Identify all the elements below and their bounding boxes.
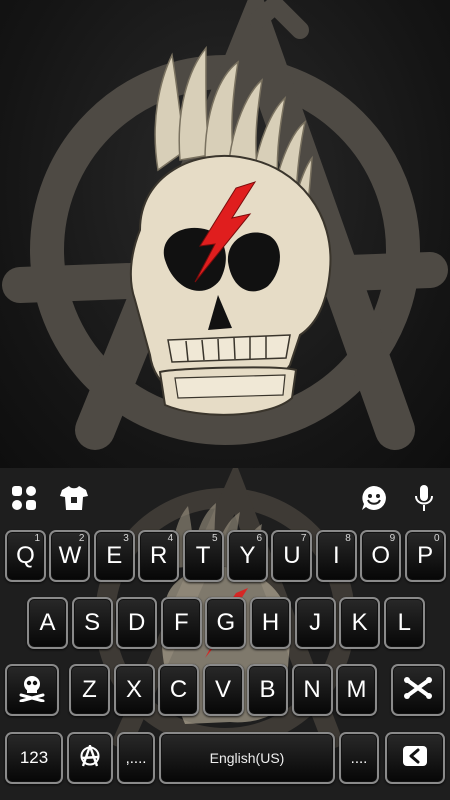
key-label: P	[417, 542, 434, 569]
key-hint: 6	[256, 533, 262, 544]
key-label: R	[150, 542, 168, 569]
key-label: T	[195, 542, 211, 569]
comma-key[interactable]: ,....	[117, 732, 155, 784]
key-label: F	[173, 609, 189, 636]
emoji-face-icon[interactable]	[358, 482, 390, 514]
key-a[interactable]: A	[27, 597, 68, 649]
key-t[interactable]: T5	[182, 530, 224, 582]
skull-artwork	[2, 0, 448, 450]
key-h[interactable]: H	[250, 597, 291, 649]
key-label: A	[39, 609, 56, 636]
key-label: Z	[82, 676, 97, 703]
delete-key[interactable]	[391, 664, 445, 716]
key-i[interactable]: I8	[315, 530, 357, 582]
key-j[interactable]: J	[294, 597, 336, 649]
key-hint: 0	[434, 533, 440, 544]
apps-grid-icon[interactable]	[8, 482, 40, 514]
tshirt-theme-icon[interactable]	[58, 482, 90, 514]
theme-preview-wallpaper	[0, 0, 450, 468]
symbols-key[interactable]	[67, 732, 113, 784]
key-r[interactable]: R4	[138, 530, 180, 582]
key-x[interactable]: X	[113, 664, 155, 716]
key-c[interactable]: C	[158, 664, 199, 716]
numbers-key-label: 123	[19, 748, 49, 767]
key-label: Y	[239, 542, 256, 569]
comma-key-label: ,....	[125, 749, 147, 767]
key-hint: 9	[389, 533, 396, 544]
key-m[interactable]: M	[336, 664, 377, 716]
key-label: G	[216, 609, 236, 636]
key-label: B	[259, 676, 276, 703]
skull-crossbones-shift-icon	[18, 674, 46, 707]
key-u[interactable]: U7	[271, 530, 313, 582]
space-key[interactable]: English(US)	[159, 732, 335, 784]
crossbones-delete-icon	[403, 676, 433, 704]
key-label: U	[283, 542, 301, 569]
key-o[interactable]: O9	[360, 530, 402, 582]
keyboard-toolbar	[0, 468, 450, 528]
key-y[interactable]: Y6	[227, 530, 268, 582]
key-z[interactable]: Z	[69, 664, 110, 716]
space-key-label: English(US)	[209, 750, 285, 766]
key-label: O	[371, 542, 391, 569]
shift-key[interactable]	[5, 664, 59, 716]
key-l[interactable]: L	[383, 597, 425, 649]
enter-key[interactable]	[385, 732, 445, 784]
key-label: X	[125, 676, 142, 703]
key-label: S	[84, 609, 101, 636]
key-label: M	[346, 676, 367, 703]
key-s[interactable]: S	[71, 597, 113, 649]
key-label: K	[351, 609, 368, 636]
anarchy-symbol-icon	[79, 741, 101, 772]
key-g[interactable]: G	[205, 597, 247, 649]
key-e[interactable]: E3	[93, 530, 135, 582]
key-p[interactable]: P0	[404, 530, 446, 582]
key-q[interactable]: Q1	[5, 530, 46, 582]
keyboard: Q1W2E3R4T5Y6U7I8O9P0 ASDFGHJKL Z X C V B…	[0, 468, 450, 800]
key-label: C	[169, 676, 188, 703]
key-hint: 3	[123, 533, 129, 544]
back-arrow-enter-icon	[402, 745, 428, 772]
key-f[interactable]: F	[160, 597, 202, 649]
key-w[interactable]: W2	[49, 530, 91, 582]
key-label: Q	[16, 542, 35, 569]
key-label: D	[128, 609, 146, 636]
key-v[interactable]: V	[202, 664, 244, 716]
key-label: H	[261, 609, 280, 636]
key-hint: 5	[212, 533, 218, 544]
key-d[interactable]: D	[116, 597, 158, 649]
key-label: I	[332, 542, 340, 569]
period-key[interactable]: ....	[339, 732, 379, 784]
key-label: V	[214, 676, 231, 703]
period-key-label: ....	[350, 749, 368, 767]
key-b[interactable]: B	[247, 664, 288, 716]
key-hint: 7	[300, 533, 307, 544]
key-n[interactable]: N	[291, 664, 333, 716]
key-label: E	[106, 542, 123, 569]
key-hint: 2	[78, 533, 85, 544]
key-label: W	[58, 542, 82, 569]
microphone-icon[interactable]	[408, 482, 440, 514]
numbers-key[interactable]: 123	[5, 732, 63, 784]
key-hint: 8	[345, 533, 351, 544]
key-label: L	[397, 609, 411, 636]
key-hint: 4	[167, 533, 174, 544]
key-k[interactable]: K	[339, 597, 381, 649]
key-label: J	[309, 609, 322, 636]
key-label: N	[303, 676, 321, 703]
key-hint: 1	[34, 533, 40, 544]
